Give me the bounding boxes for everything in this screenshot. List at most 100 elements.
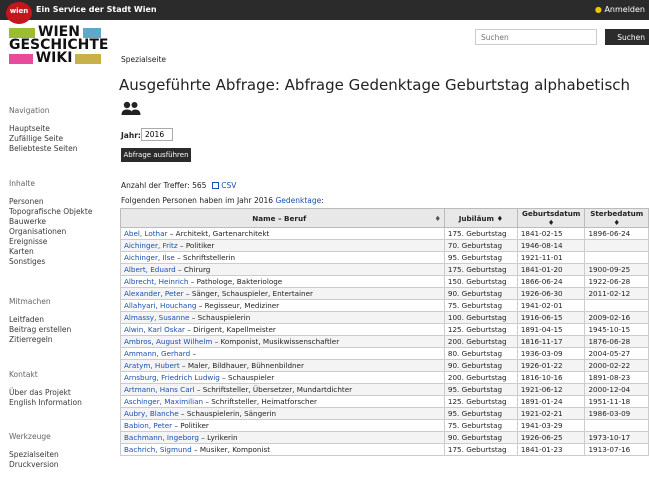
sidebar-heading: Kontakt bbox=[9, 370, 38, 379]
cell-name-beruf: Aichinger, Fritz – Politiker bbox=[120, 239, 445, 252]
sidebar-item-ereignisse[interactable]: Ereignisse bbox=[9, 237, 114, 247]
sidebar-item-beliebteste-seiten[interactable]: Beliebteste Seiten bbox=[9, 144, 77, 154]
column-header-geburtsdatum[interactable]: Geburtsdatum ♦ bbox=[516, 208, 586, 228]
sidebar-item-leitfaden[interactable]: Leitfaden bbox=[9, 315, 114, 325]
cell-geburtsdatum: 1926-06-30 bbox=[516, 287, 586, 300]
sidebar-item-english-information[interactable]: English Information bbox=[9, 398, 114, 408]
login-link[interactable]: ● Anmelden bbox=[595, 5, 645, 14]
person-link[interactable]: Albrecht, Heinrich bbox=[124, 277, 188, 286]
cell-jubilaeum: 95. Geburtstag bbox=[443, 251, 518, 264]
table-row: Abel, Lothar – Architekt, Gartenarchitek… bbox=[120, 227, 649, 240]
site-logo[interactable]: WIEN GESCHICHTE WIKI bbox=[9, 25, 108, 65]
sidebar-item-spezialseiten[interactable]: Spezialseiten bbox=[9, 450, 114, 460]
sidebar-item-sonstiges[interactable]: Sonstiges bbox=[9, 257, 114, 267]
cell-jubilaeum: 175. Geburtstag bbox=[443, 227, 518, 240]
name-separator: – bbox=[188, 277, 197, 286]
column-header-name[interactable]: Name – Beruf ♦ bbox=[120, 208, 445, 228]
person-beruf: Politiker bbox=[185, 241, 215, 250]
person-link[interactable]: Alexander, Peter bbox=[124, 289, 184, 298]
person-beruf: Schauspielerin bbox=[197, 313, 251, 322]
cell-sterbedatum: 1876-06-28 bbox=[584, 335, 649, 348]
sidebar-section-kontakt: Kontakt Über das Projekt English Informa… bbox=[9, 370, 114, 408]
cell-name-beruf: Ammann, Gerhard – bbox=[120, 347, 445, 360]
cell-geburtsdatum: 1921-06-12 bbox=[516, 383, 586, 396]
cell-name-beruf: Alwin, Karl Oskar – Dirigent, Kapellmeis… bbox=[120, 323, 445, 336]
cell-geburtsdatum: 1946-08-14 bbox=[516, 239, 586, 252]
sidebar-item-organisationen[interactable]: Organisationen bbox=[9, 227, 114, 237]
person-link[interactable]: Bachrich, Sigmund bbox=[124, 445, 192, 454]
person-link[interactable]: Allahyari, Houchang bbox=[124, 301, 196, 310]
person-link[interactable]: Aichinger, Fritz bbox=[124, 241, 178, 250]
person-beruf: Schriftsteller, Übersetzer, Mundartdicht… bbox=[202, 385, 353, 394]
person-link[interactable]: Aichinger, Ilse bbox=[124, 253, 175, 262]
cell-jubilaeum: 200. Geburtstag bbox=[443, 371, 518, 384]
cell-name-beruf: Bachrich, Sigmund – Musiker, Komponist bbox=[120, 443, 445, 456]
gedenktage-link[interactable]: Gedenktage bbox=[275, 196, 321, 205]
sidebar-item-bauwerke[interactable]: Bauwerke bbox=[9, 217, 114, 227]
cell-name-beruf: Alexander, Peter – Sänger, Schauspieler,… bbox=[120, 287, 445, 300]
cell-jubilaeum: 150. Geburtstag bbox=[443, 275, 518, 288]
cell-name-beruf: Abel, Lothar – Architekt, Gartenarchitek… bbox=[120, 227, 445, 240]
search-input[interactable] bbox=[475, 29, 597, 45]
results-table: Name – Beruf ♦ Jubiläum ♦ Geburtsdatum ♦ … bbox=[120, 208, 649, 456]
person-link[interactable]: Ambros, August Wilhelm bbox=[124, 337, 212, 346]
cell-sterbedatum: 2004-05-27 bbox=[584, 347, 649, 360]
person-link[interactable]: Albert, Eduard bbox=[124, 265, 176, 274]
run-query-button[interactable]: Abfrage ausführen bbox=[121, 148, 191, 162]
cell-jubilaeum: 75. Geburtstag bbox=[443, 299, 518, 312]
sidebar-item-topografische-objekte[interactable]: Topografische Objekte bbox=[9, 207, 114, 217]
person-link[interactable]: Abel, Lothar bbox=[124, 229, 167, 238]
result-count-text: Anzahl der Treffer: 565 bbox=[121, 181, 207, 190]
person-link[interactable]: Babion, Peter bbox=[124, 421, 172, 430]
page-title: Ausgeführte Abfrage: Abfrage Gedenktage … bbox=[119, 76, 631, 94]
csv-export-link[interactable]: CSV bbox=[221, 181, 236, 190]
intro-text: Folgenden Personen haben im Jahr 2016 Ge… bbox=[121, 196, 324, 205]
sidebar-item-beitrag-erstellen[interactable]: Beitrag erstellen bbox=[9, 325, 114, 335]
wien-logo[interactable]: wien bbox=[6, 2, 32, 24]
cell-jubilaeum: 70. Geburtstag bbox=[443, 239, 518, 252]
sidebar-section-inhalte: Inhalte Personen Topografische Objekte B… bbox=[9, 179, 114, 267]
sidebar-section-navigation: Navigation Hauptseite Zufällige Seite Be… bbox=[9, 106, 77, 154]
intro-text-label: Folgenden Personen haben im Jahr 2016 bbox=[121, 196, 274, 205]
person-link[interactable]: Bachmann, Ingeborg bbox=[124, 433, 199, 442]
cell-jubilaeum: 175. Geburtstag bbox=[443, 263, 518, 276]
jahr-input[interactable] bbox=[141, 128, 173, 141]
sidebar-heading: Navigation bbox=[9, 106, 50, 115]
search-button[interactable]: Suchen bbox=[605, 29, 649, 45]
cell-geburtsdatum: 1816-10-16 bbox=[516, 371, 586, 384]
result-count: Anzahl der Treffer: 565 CSV bbox=[121, 181, 236, 190]
sidebar-item-zufaellige-seite[interactable]: Zufällige Seite bbox=[9, 134, 77, 144]
cell-sterbedatum: 2011-02-12 bbox=[584, 287, 649, 300]
table-row: Albrecht, Heinrich – Pathologe, Bakterio… bbox=[120, 275, 649, 288]
person-link[interactable]: Arnsburg, Friedrich Ludwig bbox=[124, 373, 220, 382]
person-link[interactable]: Almassy, Susanne bbox=[124, 313, 189, 322]
person-link[interactable]: Aschinger, Maximilian bbox=[124, 397, 203, 406]
person-link[interactable]: Artmann, Hans Carl bbox=[124, 385, 195, 394]
column-header-sterbedatum[interactable]: Sterbedatum ♦ bbox=[584, 208, 649, 228]
table-row: Aschinger, Maximilian – Schriftsteller, … bbox=[120, 395, 649, 408]
person-beruf: Maler, Bildhauer, Bühnenbildner bbox=[187, 361, 304, 370]
person-link[interactable]: Alwin, Karl Oskar bbox=[124, 325, 185, 334]
column-header-jubilaeum[interactable]: Jubiläum ♦ bbox=[443, 208, 518, 228]
cell-name-beruf: Aschinger, Maximilian – Schriftsteller, … bbox=[120, 395, 445, 408]
person-link[interactable]: Aubry, Blanche bbox=[124, 409, 179, 418]
sidebar-item-karten[interactable]: Karten bbox=[9, 247, 114, 257]
login-label: Anmelden bbox=[604, 5, 645, 14]
sidebar-item-zitierregeln[interactable]: Zitierregeln bbox=[9, 335, 114, 345]
sidebar-item-hauptseite[interactable]: Hauptseite bbox=[9, 124, 77, 134]
top-bar: wien Ein Service der Stadt Wien ● Anmeld… bbox=[0, 0, 649, 24]
logo-bar-blue bbox=[82, 27, 101, 38]
cell-sterbedatum: 1945-10-15 bbox=[584, 323, 649, 336]
table-row: Ammann, Gerhard – 80. Geburtstag 1936-03-… bbox=[120, 347, 649, 360]
cell-jubilaeum: 200. Geburtstag bbox=[443, 335, 518, 348]
name-separator: – bbox=[191, 445, 200, 454]
person-link[interactable]: Ammann, Gerhard bbox=[124, 349, 190, 358]
cell-jubilaeum: 95. Geburtstag bbox=[443, 407, 518, 420]
sidebar-item-druckversion[interactable]: Druckversion bbox=[9, 460, 114, 470]
cell-name-beruf: Almassy, Susanne – Schauspielerin bbox=[120, 311, 445, 324]
sidebar-item-personen[interactable]: Personen bbox=[9, 197, 114, 207]
cell-sterbedatum: 1973-10-17 bbox=[584, 431, 649, 444]
sidebar-item-ueber-das-projekt[interactable]: Über das Projekt bbox=[9, 388, 114, 398]
table-row: Bachrich, Sigmund – Musiker, Komponist 17… bbox=[120, 443, 649, 456]
person-link[interactable]: Aratym, Hubert bbox=[124, 361, 180, 370]
